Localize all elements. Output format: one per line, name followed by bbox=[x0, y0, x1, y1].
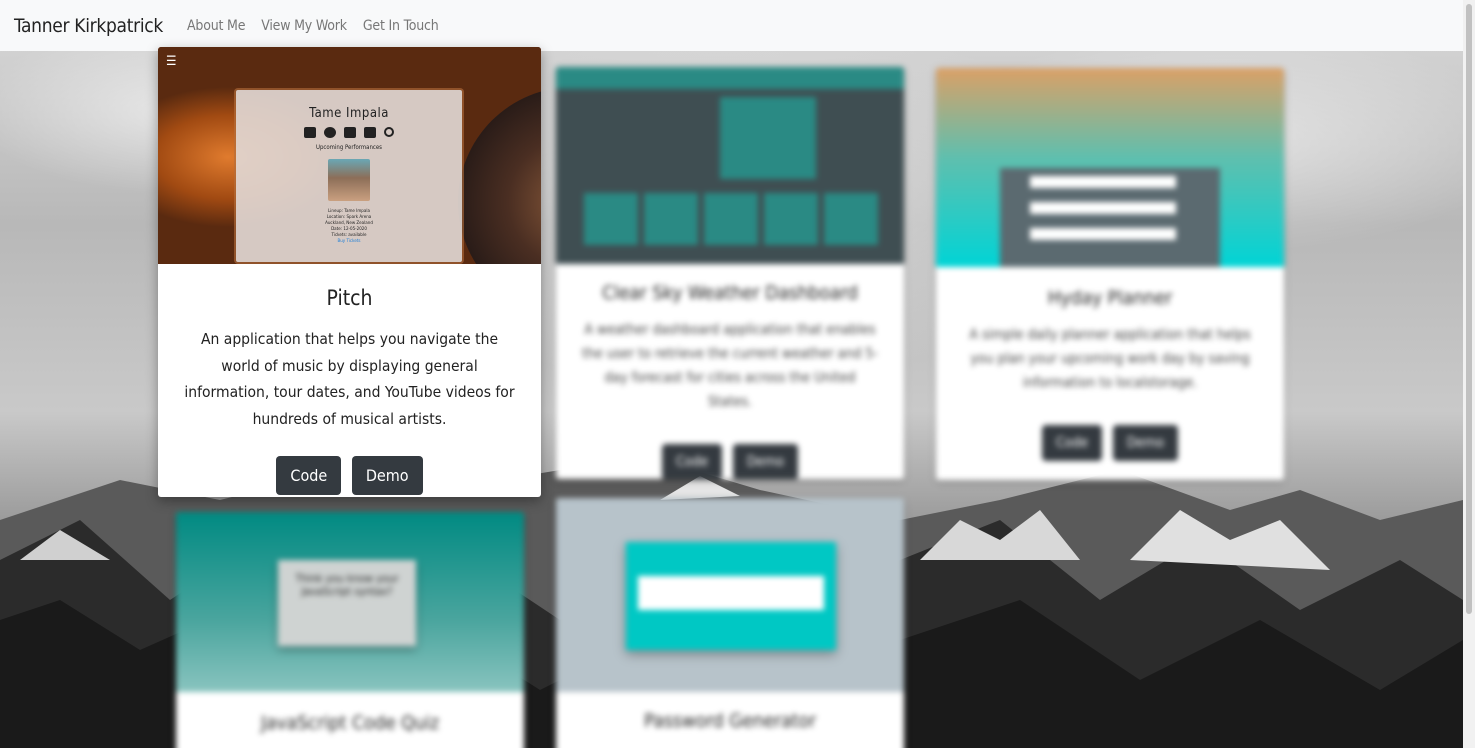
project-card-weather: Clear Sky Weather Dashboard A weather da… bbox=[556, 67, 904, 479]
project-description: A simple daily planner application that … bbox=[969, 327, 1251, 391]
hamburger-menu-icon: ☰ bbox=[166, 54, 177, 69]
preview-icon-row bbox=[236, 127, 462, 138]
youtube-icon bbox=[304, 127, 316, 138]
demo-button[interactable]: Demo bbox=[351, 456, 423, 495]
page-scrollbar[interactable] bbox=[1463, 0, 1475, 748]
search-icon bbox=[384, 127, 394, 137]
record-disc-graphic bbox=[458, 87, 541, 264]
info-icon bbox=[324, 127, 336, 138]
project-screenshot: Think you know your JavaScript syntax? bbox=[176, 512, 524, 692]
project-screenshot bbox=[556, 67, 904, 264]
list-icon bbox=[364, 127, 376, 138]
code-button[interactable]: Code bbox=[276, 456, 342, 495]
preview-details: Lineup: Tame Impala Location: Spark Aren… bbox=[236, 209, 462, 245]
project-screenshot bbox=[556, 498, 904, 692]
artist-photo bbox=[328, 159, 370, 201]
project-card-password: Password Generator bbox=[556, 498, 904, 748]
nav-link-view-my-work[interactable]: View My Work bbox=[261, 18, 347, 34]
project-title: Clear Sky Weather Dashboard bbox=[602, 282, 858, 304]
brand-name[interactable]: Tanner Kirkpatrick bbox=[14, 15, 163, 37]
project-card-planner: Hyday Planner A simple daily planner app… bbox=[936, 68, 1284, 480]
project-card-quiz: Think you know your JavaScript syntax? J… bbox=[176, 512, 524, 748]
code-button[interactable]: Code bbox=[661, 444, 723, 479]
app-preview-panel: Tame Impala Upcoming Performances Lineup… bbox=[236, 90, 462, 262]
preview-buy-tickets-link: Buy Tickets bbox=[337, 239, 361, 244]
nav-link-about-me[interactable]: About Me bbox=[187, 18, 245, 34]
preview-artist-name: Tame Impala bbox=[309, 106, 389, 121]
project-title: Pitch bbox=[326, 286, 373, 310]
preview-subtitle: Upcoming Performances bbox=[316, 144, 382, 151]
project-description: A weather dashboard application that ena… bbox=[582, 322, 878, 410]
project-screenshot bbox=[936, 68, 1284, 267]
project-card-pitch: ☰ Tame Impala Upcoming Performances Line… bbox=[158, 47, 541, 497]
project-screenshot: ☰ Tame Impala Upcoming Performances Line… bbox=[158, 47, 541, 264]
quiz-preview-text: Think you know your JavaScript syntax? bbox=[278, 560, 416, 646]
scrollbar-thumb[interactable] bbox=[1466, 4, 1472, 614]
code-button[interactable]: Code bbox=[1041, 425, 1103, 461]
project-title: Password Generator bbox=[644, 710, 816, 732]
calendar-icon bbox=[344, 127, 356, 138]
project-description: An application that helps you navigate t… bbox=[184, 330, 515, 428]
demo-button[interactable]: Demo bbox=[732, 444, 799, 479]
project-title: Hyday Planner bbox=[1047, 287, 1173, 309]
project-title: JavaScript Code Quiz bbox=[260, 712, 440, 734]
top-navbar: Tanner Kirkpatrick About Me View My Work… bbox=[0, 0, 1463, 51]
demo-button[interactable]: Demo bbox=[1112, 425, 1179, 461]
nav-link-get-in-touch[interactable]: Get In Touch bbox=[363, 18, 439, 34]
